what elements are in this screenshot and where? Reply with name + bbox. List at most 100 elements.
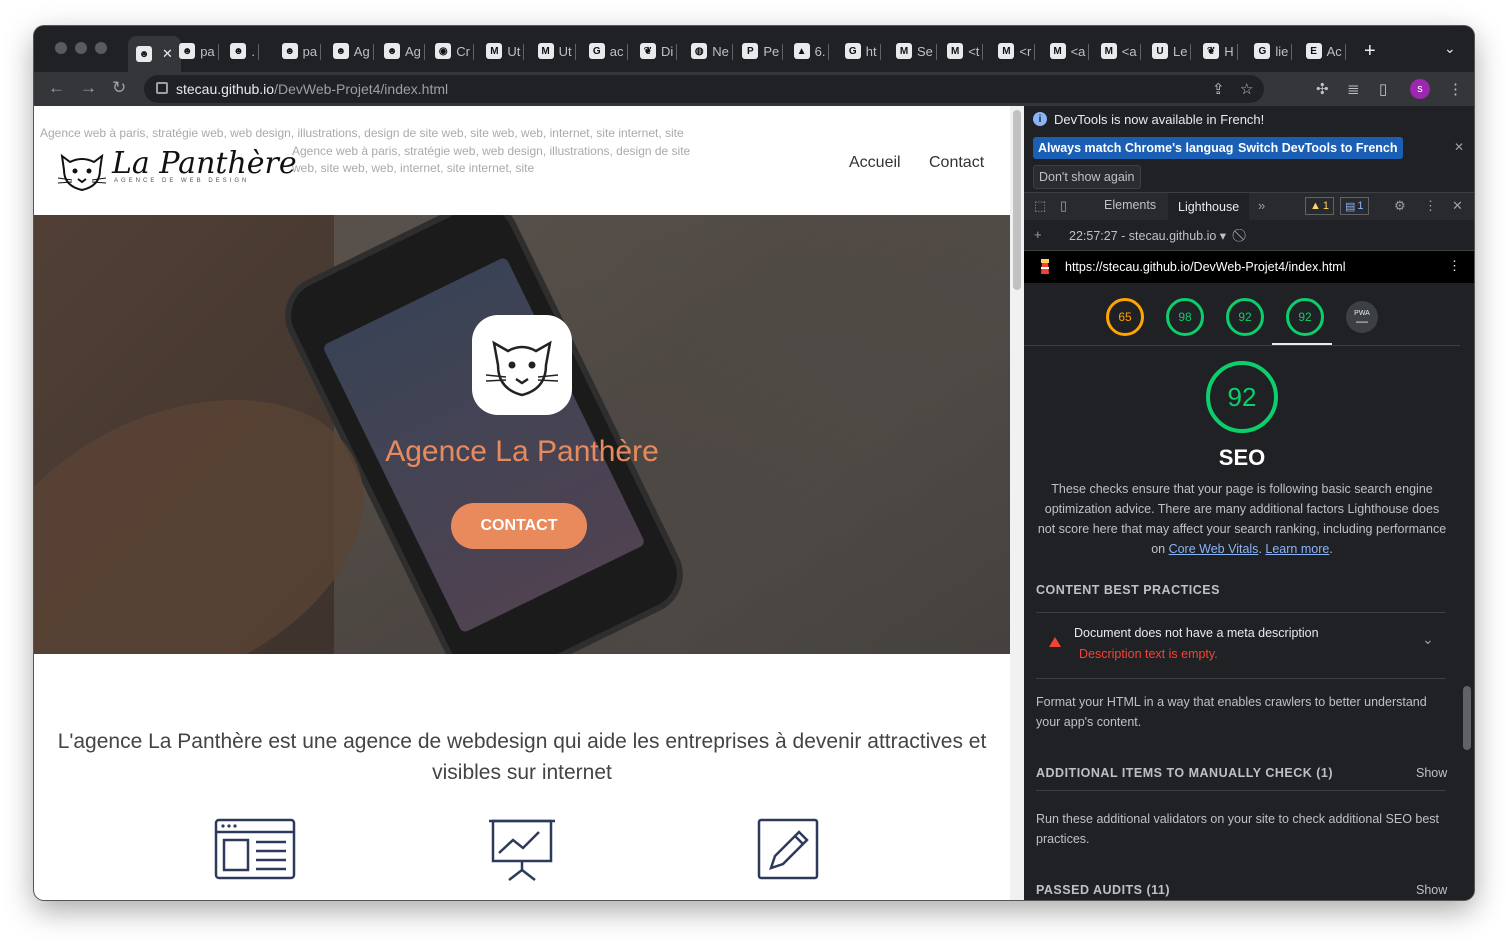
forward-arrow-icon[interactable]: → — [80, 78, 97, 98]
pwa-dash-icon: — — [1356, 313, 1368, 328]
tab-elements[interactable]: Elements — [1104, 198, 1156, 212]
devtools-panel: i DevTools is now available in French! A… — [1024, 106, 1474, 900]
tab[interactable]: ☻. — [230, 36, 260, 66]
pwa-badge[interactable]: PWA — — [1346, 301, 1378, 333]
tab-separator — [1344, 44, 1346, 60]
new-tab-button[interactable]: + — [1364, 40, 1376, 63]
report-scrollbar-thumb[interactable] — [1463, 686, 1471, 750]
devtools-tab-bar: ⬚ ▯ Elements Lighthouse » ▲ 1 ▤ 1 ⚙ ⋮ ✕ — [1024, 192, 1474, 222]
panther-logo-icon[interactable] — [56, 150, 108, 194]
report-menu-icon[interactable]: ⋮ — [1448, 258, 1461, 274]
address-bar[interactable]: stecau.github.io/DevWeb-Projet4/index.ht… — [144, 75, 1264, 103]
group-passed-audits[interactable]: PASSED AUDITS (11) — [1036, 883, 1170, 897]
messages-badge[interactable]: ▤ 1 — [1340, 197, 1369, 215]
bookmark-star-icon[interactable]: ☆ — [1240, 80, 1253, 98]
match-language-button[interactable]: Always match Chrome's language — [1033, 137, 1246, 159]
tab[interactable]: M Ut — [537, 36, 576, 66]
switch-french-button[interactable]: Switch DevTools to French — [1233, 137, 1403, 159]
browser-menu-icon[interactable]: ⋮ — [1448, 80, 1463, 98]
expand-chevron-icon[interactable]: ⌄ — [1422, 631, 1434, 648]
page-scrollbar[interactable] — [1010, 106, 1024, 900]
globe-favicon-icon: ◍ — [691, 43, 708, 59]
tab[interactable]: ☻ Ag — [332, 36, 374, 66]
settings-gear-icon[interactable]: ⚙ — [1394, 198, 1406, 214]
tab[interactable]: Ght — [844, 36, 881, 66]
tab[interactable]: ◉ Cr — [435, 36, 474, 66]
close-devtools-icon[interactable]: ✕ — [1452, 198, 1463, 214]
reload-icon[interactable]: ↻ — [112, 78, 126, 98]
tab[interactable]: M Ut — [486, 36, 525, 66]
more-tabs-icon[interactable]: » — [1258, 198, 1265, 213]
side-panel-icon[interactable]: ▯ — [1379, 80, 1387, 98]
tab-separator — [935, 44, 937, 60]
new-report-plus-icon[interactable]: + — [1034, 227, 1042, 242]
contact-button[interactable]: CONTACT — [451, 503, 587, 549]
tab[interactable]: ☻ pa — [179, 36, 219, 66]
tab[interactable]: ◍ Ne — [691, 36, 733, 66]
logo-text[interactable]: La Panthère — [112, 146, 297, 181]
devtools-menu-icon[interactable]: ⋮ — [1424, 198, 1437, 214]
close-tab-icon[interactable]: ✕ — [162, 46, 173, 62]
warnings-badge[interactable]: ▲ 1 — [1305, 197, 1335, 215]
extensions-puzzle-icon[interactable]: ✣ — [1316, 80, 1329, 98]
profile-avatar[interactable]: s — [1410, 79, 1430, 99]
tab[interactable]: E Ac — [1305, 36, 1346, 66]
group-manual-check[interactable]: ADDITIONAL ITEMS TO MANUALLY CHECK (1) — [1036, 766, 1333, 780]
tab[interactable]: ▲ 6. — [793, 36, 830, 66]
minimize-window-button[interactable] — [75, 42, 87, 54]
p-favicon-icon: P — [742, 43, 759, 59]
report-url: https://stecau.github.io/DevWeb-Projet4/… — [1065, 260, 1346, 274]
close-window-button[interactable] — [55, 42, 67, 54]
tab-label: <r — [1019, 43, 1032, 59]
tab[interactable]: M <a — [1100, 36, 1141, 66]
report-scrollbar[interactable] — [1460, 283, 1474, 900]
tab[interactable]: ❦ H — [1203, 36, 1238, 66]
chrome-favicon-icon: ◉ — [435, 43, 452, 59]
tab[interactable]: P Pe — [742, 36, 784, 66]
tab-label: Ut — [507, 43, 521, 59]
tab-active[interactable]: ☻ ✕ — [128, 36, 181, 72]
show-passed-button[interactable]: Show — [1416, 883, 1447, 897]
reading-list-icon[interactable]: ≣ — [1347, 80, 1360, 98]
page-scrollbar-thumb[interactable] — [1013, 110, 1021, 290]
back-arrow-icon[interactable]: ← — [48, 78, 65, 98]
share-icon[interactable]: ⇪ — [1212, 80, 1225, 98]
tab-lighthouse[interactable]: Lighthouse — [1168, 193, 1250, 221]
leaf-favicon-icon: ❦ — [640, 43, 656, 59]
report-selector[interactable]: 22:57:27 - stecau.github.io ▾ — [1069, 228, 1226, 243]
accessibility-score-gauge[interactable]: 98 — [1166, 298, 1204, 336]
tab[interactable]: Gac — [588, 36, 628, 66]
core-web-vitals-link[interactable]: Core Web Vitals — [1169, 542, 1259, 556]
maximize-window-button[interactable] — [95, 42, 107, 54]
device-toolbar-icon[interactable]: ▯ — [1060, 198, 1067, 214]
tab[interactable]: ☻ Ag — [384, 36, 425, 66]
tab-label: . — [251, 43, 256, 59]
tab[interactable]: M <r — [998, 36, 1036, 66]
tab[interactable]: M <t — [947, 36, 984, 66]
seo-score-gauge[interactable]: 92 — [1286, 298, 1324, 336]
tab[interactable]: M <a — [1049, 36, 1090, 66]
tab-separator — [372, 44, 374, 60]
browser-toolbar: ← → ↻ stecau.github.io/DevWeb-Projet4/in… — [34, 72, 1474, 106]
tab[interactable]: ☻ pa — [281, 36, 322, 66]
show-manual-button[interactable]: Show — [1416, 766, 1447, 780]
inspect-element-icon[interactable]: ⬚ — [1034, 198, 1046, 214]
infobar-close-icon[interactable]: ✕ — [1454, 140, 1464, 154]
tab[interactable]: M Se — [896, 36, 937, 66]
learn-more-link[interactable]: Learn more — [1265, 542, 1329, 556]
best-practices-score-gauge[interactable]: 92 — [1226, 298, 1264, 336]
content-group-description: Format your HTML in a way that enables c… — [1036, 695, 1427, 729]
hero-title: Agence La Panthère — [385, 435, 659, 468]
dont-show-again-button[interactable]: Don't show again — [1033, 165, 1141, 189]
lock-icon[interactable] — [156, 82, 168, 94]
performance-score-gauge[interactable]: 65 — [1106, 298, 1144, 336]
nav-link-contact[interactable]: Contact — [929, 154, 984, 172]
google-favicon-icon: G — [1254, 43, 1271, 59]
tab[interactable]: Glie — [1254, 36, 1293, 66]
tab[interactable]: ❦ Di — [640, 36, 678, 66]
url-text[interactable]: stecau.github.io/DevWeb-Projet4/index.ht… — [176, 81, 448, 97]
nav-link-accueil[interactable]: Accueil — [849, 154, 901, 172]
tab-search-chevron-icon[interactable]: ⌄ — [1444, 40, 1456, 57]
tab[interactable]: U Le — [1152, 36, 1192, 66]
audit-meta-description-title[interactable]: Document does not have a meta descriptio… — [1074, 626, 1319, 640]
